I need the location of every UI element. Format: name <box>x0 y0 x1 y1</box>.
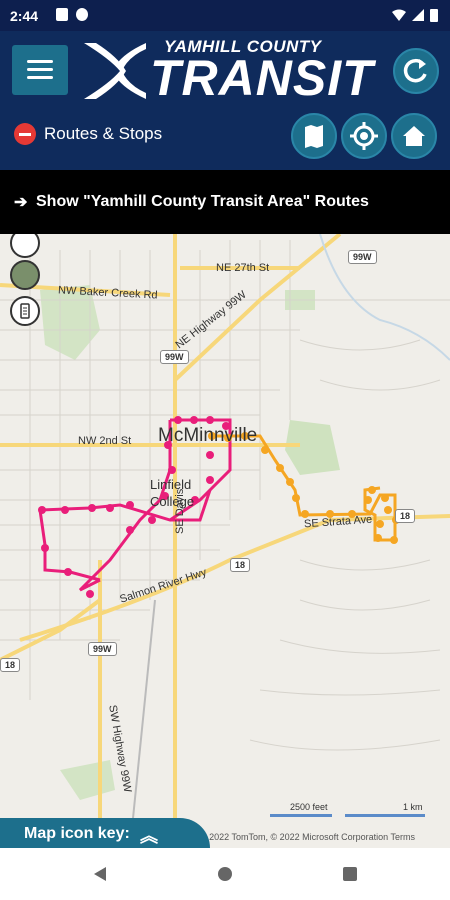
scale-bar-km <box>345 814 425 817</box>
system-nav-bar <box>0 848 450 900</box>
scale-km: 1 km <box>403 802 423 812</box>
street-nw2nd: NW 2nd St <box>78 435 132 447</box>
shield-18-a: 18 <box>395 509 416 523</box>
status-right <box>392 8 438 22</box>
home-nav-icon[interactable] <box>217 866 233 882</box>
map-view[interactable]: NE 27th St NW Baker Creek Rd NE Highway … <box>0 234 450 848</box>
shield-99w-top: 99W <box>348 250 377 264</box>
aerial-view-button[interactable] <box>10 260 40 290</box>
home-icon <box>403 126 425 146</box>
status-bar: 2:44 <box>0 0 450 31</box>
data-saver-icon <box>76 8 88 21</box>
sim-icon <box>56 8 68 21</box>
street-sedavis: SE Davis <box>174 488 186 534</box>
brand-big: TRANSIT <box>150 50 374 106</box>
map-icon-key-label: Map icon key: <box>24 825 130 842</box>
routes-stops-label: Routes & Stops <box>44 124 163 143</box>
signal-icon <box>412 9 424 21</box>
routes-stops-toggle[interactable]: Routes & Stops <box>14 123 162 145</box>
show-area-routes-banner[interactable]: ➔ Show "Yamhill County Transit Area" Rou… <box>0 170 450 234</box>
arrow-right-icon: ➔ <box>14 194 28 211</box>
scale-bar-feet <box>270 814 332 817</box>
map-icon <box>305 125 323 148</box>
home-button[interactable] <box>391 113 437 159</box>
map-icon-key-toggle[interactable]: Map icon key: ︽ <box>0 818 210 848</box>
refresh-button[interactable] <box>393 48 439 94</box>
back-icon[interactable] <box>92 866 108 882</box>
shield-99w-low: 99W <box>88 642 117 656</box>
city-label: McMinnville <box>158 425 258 446</box>
banner-text: Show "Yamhill County Transit Area" Route… <box>36 193 369 210</box>
minus-icon <box>14 123 36 145</box>
status-time: 2:44 <box>10 8 39 24</box>
menu-icon <box>27 60 53 63</box>
crosshair-icon <box>350 122 378 150</box>
chevron-up-icon: ︽ <box>140 826 158 846</box>
shield-18-b: 18 <box>230 558 251 572</box>
shield-18-left: 18 <box>0 658 21 672</box>
layers-button[interactable] <box>10 296 40 326</box>
map-copyright: © 2022 TomTom, © 2022 Microsoft Corporat… <box>200 832 416 842</box>
recents-icon[interactable] <box>342 866 358 882</box>
map-view-button[interactable] <box>291 113 337 159</box>
scale-feet: 2500 feet <box>290 802 328 812</box>
college-label: College <box>150 494 195 509</box>
street-ne27: NE 27th St <box>216 262 270 274</box>
layers-icon <box>20 303 30 319</box>
locate-button[interactable] <box>341 113 387 159</box>
logo-x-icon <box>84 43 146 99</box>
app-header: YAMHILL COUNTY TRANSIT Routes & Stops <box>0 31 450 170</box>
refresh-icon <box>403 58 427 83</box>
battery-icon <box>430 9 438 22</box>
wifi-icon <box>392 9 406 21</box>
shield-99w-mid: 99W <box>160 350 189 364</box>
menu-button[interactable] <box>12 45 68 95</box>
